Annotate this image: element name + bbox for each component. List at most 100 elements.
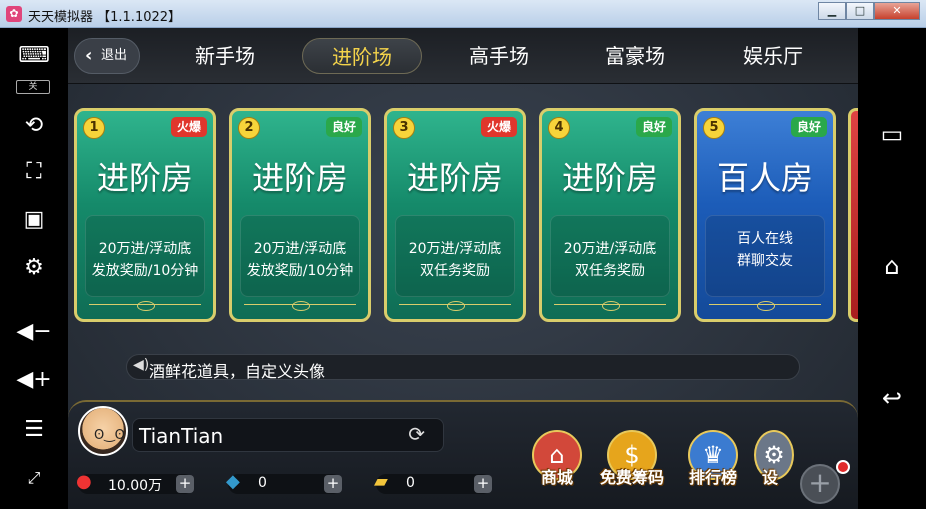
marquee-text: 酒鲜花道具，自定义头像 — [149, 362, 326, 381]
room-title: 进阶房 — [561, 159, 658, 197]
status-badge: 良好 — [635, 117, 672, 137]
announcement-marquee: ◀) 酒鲜花道具，自定义头像 — [126, 354, 800, 381]
menu-icon[interactable]: ☰ — [14, 412, 54, 448]
ingot-icon: ▰ — [374, 471, 388, 492]
ornament-divider — [244, 301, 356, 311]
room-info-line: 双任务奖励 — [420, 263, 490, 279]
room-info-line: 20万进/浮动底 — [98, 241, 192, 257]
free-chips-label: 免费筹码 — [599, 468, 664, 487]
keyboard-icon[interactable]: ⌨ — [14, 38, 54, 74]
ranking-label: 排行榜 — [688, 468, 737, 487]
window-titlebar: ✿ 天天模拟器 【1.1.1022】 ▁ □ ✕ — [0, 0, 926, 28]
status-badge: 火爆 — [480, 117, 517, 137]
coins-value: 10.00万 — [108, 478, 163, 494]
room-info-line: 双任务奖励 — [575, 263, 645, 279]
keyboard-toggle[interactable]: 关 — [16, 80, 50, 94]
room-card-3[interactable]: 3 火爆 进阶房 20万进/浮动底 双任务奖励 — [384, 108, 526, 322]
settings-icon[interactable]: ⚙ — [14, 250, 54, 286]
room-title: 百人房 — [716, 159, 813, 197]
back-label: 退出 — [101, 48, 128, 63]
diamonds-value: 0 — [258, 475, 267, 491]
chevron-left-icon: ‹ — [85, 45, 93, 66]
close-button[interactable]: ✕ — [874, 2, 920, 20]
room-card-2[interactable]: 2 良好 进阶房 20万进/浮动底 发放奖励/10分钟 — [229, 108, 371, 322]
status-badge: 良好 — [325, 117, 362, 137]
room-info-panel: 20万进/浮动底 双任务奖励 — [550, 215, 670, 297]
rotate-icon[interactable]: ⟲ — [14, 108, 54, 144]
maximize-button[interactable]: □ — [846, 2, 874, 20]
username: TianTian — [139, 424, 224, 448]
room-card-6-partial[interactable] — [848, 108, 858, 322]
volume-down-icon[interactable]: ◀− — [14, 314, 54, 350]
status-badge: 火爆 — [170, 117, 207, 137]
speaker-icon: ◀) — [133, 357, 150, 373]
room-tabs-bar: ‹ 退出 新手场 进阶场 高手场 富豪场 娱乐厅 — [68, 28, 858, 84]
room-info-panel: 20万进/浮动底 发放奖励/10分钟 — [240, 215, 360, 297]
player-bar: ʘ‿ʘ TianTian ⟳ ● 10.00万 + ◆ 0 + ▰ 0 + ⌂ … — [68, 400, 858, 509]
status-badge: 良好 — [790, 117, 827, 137]
room-info-panel: 百人在线 群聊交友 — [705, 215, 825, 297]
tab-advanced[interactable]: 进阶场 — [302, 38, 422, 74]
settings-button[interactable]: ⚙ 设 — [750, 430, 794, 502]
ingots-display: ▰ 0 + — [374, 471, 492, 494]
room-info-line: 20万进/浮动底 — [563, 241, 657, 257]
room-info-panel: 20万进/浮动底 双任务奖励 — [395, 215, 515, 297]
room-info-line: 发放奖励/10分钟 — [91, 263, 199, 279]
add-diamonds-button[interactable]: + — [324, 475, 342, 493]
ornament-divider — [89, 301, 201, 311]
room-info-line: 20万进/浮动底 — [408, 241, 502, 257]
ranking-button[interactable]: ♛ 排行榜 — [678, 430, 748, 502]
window-title: 天天模拟器 【1.1.1022】 — [28, 10, 182, 25]
room-number: 4 — [548, 117, 570, 139]
diamond-icon: ◆ — [226, 471, 240, 492]
add-ingots-button[interactable]: + — [474, 475, 492, 493]
room-title: 进阶房 — [406, 159, 503, 197]
volume-up-icon[interactable]: ◀+ — [14, 362, 54, 398]
expand-menu-button[interactable]: + — [800, 464, 840, 504]
game-screen: ‹ 退出 新手场 进阶场 高手场 富豪场 娱乐厅 1 火爆 进阶房 20万进/浮… — [68, 28, 858, 509]
shop-label: 商城 — [540, 468, 573, 487]
tab-beginner[interactable]: 新手场 — [180, 38, 270, 74]
tab-rich[interactable]: 富豪场 — [590, 38, 680, 74]
refresh-icon[interactable]: ⟳ — [408, 422, 425, 446]
room-number: 3 — [393, 117, 415, 139]
settings-label: 设 — [761, 468, 778, 487]
diamonds-display: ◆ 0 + — [226, 471, 342, 494]
image-icon[interactable]: ▣ — [14, 202, 54, 238]
recent-apps-icon[interactable]: ▭ — [868, 114, 916, 154]
face-icon: ʘ‿ʘ — [94, 428, 125, 443]
chip-icon: ● — [76, 471, 92, 492]
free-chips-button[interactable]: $ 免费筹码 — [592, 430, 672, 502]
screenshot-icon[interactable]: ⛶ — [14, 154, 54, 190]
shop-button[interactable]: ⌂ 商城 — [522, 430, 592, 502]
ornament-divider — [554, 301, 666, 311]
home-icon[interactable]: ⌂ — [868, 246, 916, 286]
username-box: TianTian ⟳ — [132, 418, 444, 452]
room-info-line: 百人在线 — [737, 231, 793, 247]
room-info-line: 群聊交友 — [737, 253, 793, 269]
room-card-1[interactable]: 1 火爆 进阶房 20万进/浮动底 发放奖励/10分钟 — [74, 108, 216, 322]
emulator-toolbar: ⌨ 关 ⟲ ⛶ ▣ ⚙ ◀− ◀+ ☰ ⤢ — [0, 28, 68, 509]
coins-display: ● 10.00万 + — [76, 471, 194, 494]
app-icon: ✿ — [6, 6, 22, 22]
fullscreen-icon[interactable]: ⤢ — [14, 460, 54, 496]
room-info-line: 20万进/浮动底 — [253, 241, 347, 257]
room-card-4[interactable]: 4 良好 进阶房 20万进/浮动底 双任务奖励 — [539, 108, 681, 322]
room-card-5[interactable]: 5 良好 百人房 百人在线 群聊交友 — [694, 108, 836, 322]
minimize-button[interactable]: ▁ — [818, 2, 846, 20]
notification-dot — [836, 460, 850, 474]
avatar[interactable]: ʘ‿ʘ — [78, 406, 128, 456]
ornament-divider — [709, 301, 821, 311]
add-coins-button[interactable]: + — [176, 475, 194, 493]
ornament-divider — [399, 301, 511, 311]
room-number: 1 — [83, 117, 105, 139]
room-title: 进阶房 — [96, 159, 193, 197]
ingots-value: 0 — [406, 475, 415, 491]
room-info-line: 发放奖励/10分钟 — [246, 263, 354, 279]
room-info-panel: 20万进/浮动底 发放奖励/10分钟 — [85, 215, 205, 297]
tab-entertainment[interactable]: 娱乐厅 — [728, 38, 818, 74]
back-button[interactable]: ‹ 退出 — [74, 38, 140, 74]
back-icon[interactable]: ↩ — [868, 378, 916, 418]
room-number: 5 — [703, 117, 725, 139]
tab-expert[interactable]: 高手场 — [454, 38, 544, 74]
